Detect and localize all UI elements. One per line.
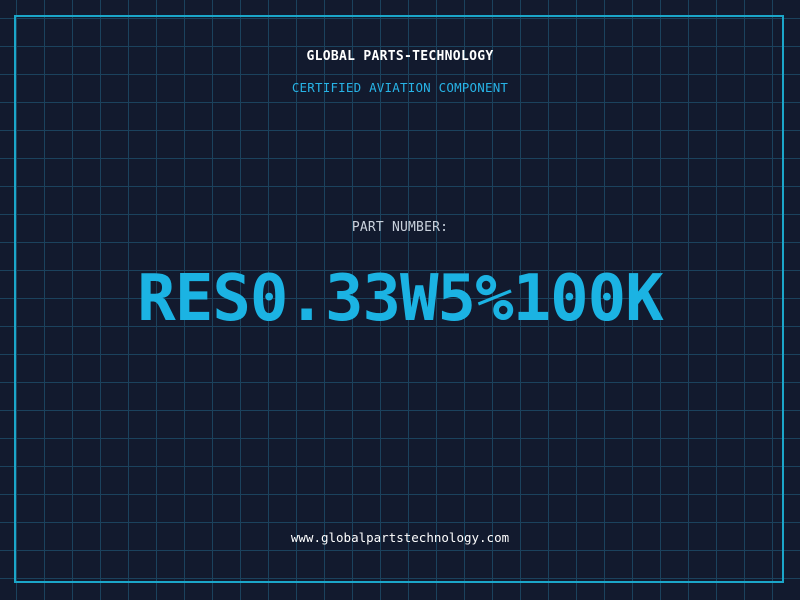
part-number-value: RES0.33W5%100K [137,262,663,336]
part-number-label: PART NUMBER: [351,220,449,235]
website-url: www.globalpartstechnology.com [290,530,510,545]
brand-name: GLOBAL PARTS-TECHNOLOGY [306,49,494,64]
certification-subtitle: CERTIFIED AVIATION COMPONENT [291,80,509,95]
